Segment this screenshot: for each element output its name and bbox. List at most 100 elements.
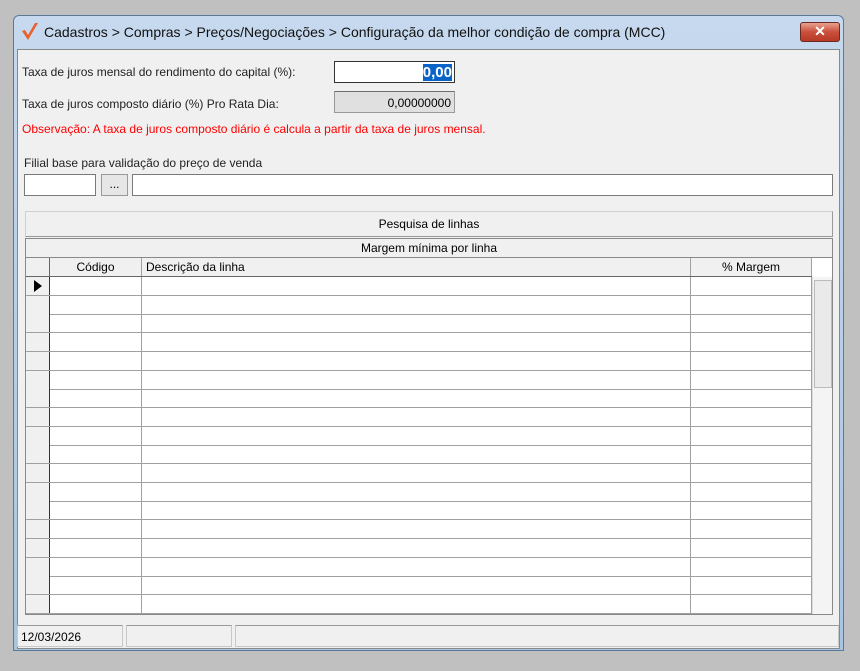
- table-row[interactable]: [26, 333, 812, 353]
- col-codigo[interactable]: Código: [50, 258, 142, 276]
- cell-descricao[interactable]: [142, 501, 691, 520]
- cell-descricao[interactable]: [142, 557, 691, 576]
- cell-descricao[interactable]: [142, 538, 691, 557]
- cell-descricao[interactable]: [142, 576, 691, 595]
- cell-descricao[interactable]: [142, 314, 691, 333]
- table-row[interactable]: [26, 351, 812, 371]
- cell-margem[interactable]: [691, 538, 812, 557]
- cell-codigo[interactable]: [50, 389, 142, 408]
- row-indicator[interactable]: [26, 407, 50, 426]
- row-indicator[interactable]: [26, 445, 50, 464]
- cell-codigo[interactable]: [50, 520, 142, 539]
- row-indicator[interactable]: [26, 501, 50, 520]
- cell-descricao[interactable]: [142, 594, 691, 613]
- cell-codigo[interactable]: [50, 445, 142, 464]
- table-row[interactable]: [26, 464, 812, 483]
- cell-codigo[interactable]: [50, 277, 142, 295]
- cell-margem[interactable]: [691, 370, 812, 389]
- cell-codigo[interactable]: [50, 370, 142, 389]
- cell-codigo[interactable]: [50, 557, 142, 576]
- table-row[interactable]: [26, 445, 812, 465]
- cell-codigo[interactable]: [50, 426, 142, 445]
- cell-descricao[interactable]: [142, 464, 691, 482]
- table-row[interactable]: [26, 277, 812, 296]
- cell-margem[interactable]: [691, 594, 812, 613]
- row-indicator[interactable]: [26, 351, 50, 370]
- row-indicator[interactable]: [26, 426, 50, 445]
- cell-margem[interactable]: [691, 351, 812, 370]
- cell-descricao[interactable]: [142, 407, 691, 426]
- cell-codigo[interactable]: [50, 464, 142, 482]
- col-descricao[interactable]: Descrição da linha: [142, 258, 691, 276]
- cell-margem[interactable]: [691, 464, 812, 482]
- table-row[interactable]: [26, 501, 812, 521]
- cell-codigo[interactable]: [50, 314, 142, 333]
- cell-codigo[interactable]: [50, 407, 142, 426]
- cell-codigo[interactable]: [50, 333, 142, 352]
- taxa-mensal-input[interactable]: 0,00: [334, 61, 455, 83]
- cell-margem[interactable]: [691, 277, 812, 295]
- cell-codigo[interactable]: [50, 538, 142, 557]
- cell-descricao[interactable]: [142, 277, 691, 295]
- table-row[interactable]: [26, 576, 812, 596]
- cell-margem[interactable]: [691, 407, 812, 426]
- cell-margem[interactable]: [691, 501, 812, 520]
- cell-margem[interactable]: [691, 520, 812, 539]
- table-row[interactable]: [26, 520, 812, 540]
- close-button[interactable]: ✕: [800, 22, 840, 42]
- cell-descricao[interactable]: [142, 389, 691, 408]
- cell-codigo[interactable]: [50, 295, 142, 314]
- title-bar[interactable]: Cadastros > Compras > Preços/Negociações…: [14, 16, 843, 48]
- cell-margem[interactable]: [691, 576, 812, 595]
- row-indicator[interactable]: [26, 370, 50, 389]
- cell-codigo[interactable]: [50, 482, 142, 501]
- row-indicator[interactable]: [26, 557, 50, 576]
- row-indicator[interactable]: [26, 594, 50, 613]
- cell-margem[interactable]: [691, 426, 812, 445]
- cell-margem[interactable]: [691, 482, 812, 501]
- cell-margem[interactable]: [691, 445, 812, 464]
- cell-descricao[interactable]: [142, 482, 691, 501]
- row-indicator[interactable]: [26, 576, 50, 595]
- pesquisa-linhas-button[interactable]: Pesquisa de linhas: [25, 211, 833, 237]
- cell-descricao[interactable]: [142, 426, 691, 445]
- cell-codigo[interactable]: [50, 351, 142, 370]
- table-row[interactable]: [26, 389, 812, 409]
- row-indicator[interactable]: [26, 277, 50, 295]
- row-indicator[interactable]: [26, 538, 50, 557]
- row-indicator[interactable]: [26, 389, 50, 408]
- cell-margem[interactable]: [691, 314, 812, 333]
- row-indicator[interactable]: [26, 333, 50, 352]
- cell-descricao[interactable]: [142, 295, 691, 314]
- cell-descricao[interactable]: [142, 445, 691, 464]
- table-row[interactable]: [26, 482, 812, 502]
- filial-name-input[interactable]: [132, 174, 833, 196]
- row-indicator[interactable]: [26, 314, 50, 333]
- vertical-scrollbar[interactable]: [812, 277, 832, 614]
- cell-descricao[interactable]: [142, 520, 691, 539]
- row-indicator[interactable]: [26, 464, 50, 482]
- col-margem[interactable]: % Margem: [691, 258, 812, 276]
- row-indicator[interactable]: [26, 520, 50, 539]
- filial-search-button[interactable]: ...: [101, 174, 128, 196]
- cell-descricao[interactable]: [142, 370, 691, 389]
- table-row[interactable]: [26, 594, 812, 614]
- table-row[interactable]: [26, 538, 812, 558]
- table-row[interactable]: [26, 314, 812, 334]
- table-row[interactable]: [26, 426, 812, 446]
- cell-codigo[interactable]: [50, 594, 142, 613]
- row-indicator[interactable]: [26, 482, 50, 501]
- cell-margem[interactable]: [691, 333, 812, 352]
- filial-code-input[interactable]: [24, 174, 96, 196]
- cell-margem[interactable]: [691, 389, 812, 408]
- cell-margem[interactable]: [691, 557, 812, 576]
- cell-descricao[interactable]: [142, 351, 691, 370]
- scrollbar-thumb[interactable]: [814, 280, 832, 388]
- table-row[interactable]: [26, 557, 812, 577]
- cell-margem[interactable]: [691, 295, 812, 314]
- table-row[interactable]: [26, 370, 812, 390]
- row-indicator[interactable]: [26, 295, 50, 314]
- cell-codigo[interactable]: [50, 576, 142, 595]
- cell-descricao[interactable]: [142, 333, 691, 352]
- table-row[interactable]: [26, 295, 812, 315]
